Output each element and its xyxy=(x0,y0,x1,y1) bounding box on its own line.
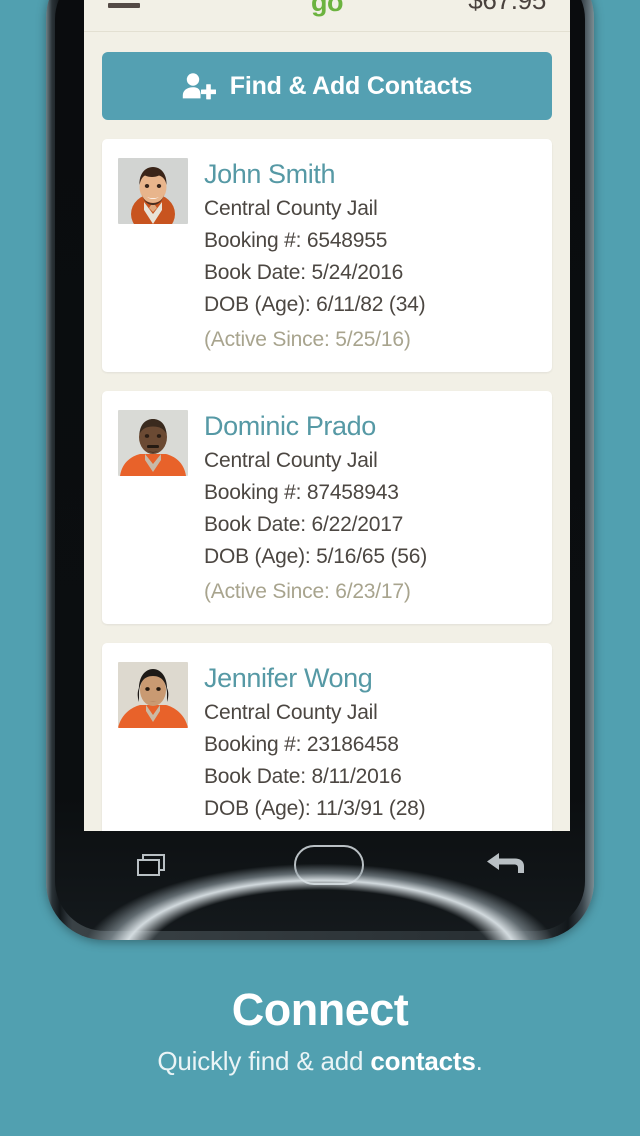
find-add-contacts-button[interactable]: Find & Add Contacts xyxy=(102,52,552,120)
contact-booking-number: Booking #: 87458943 xyxy=(204,481,399,504)
home-button[interactable] xyxy=(293,842,364,888)
avatar xyxy=(118,410,188,476)
account-balance[interactable]: $67.95 xyxy=(468,0,546,16)
contact-active-since: (Active Since: 6/23/17) xyxy=(204,580,411,603)
home-button-icon xyxy=(293,845,364,885)
caption-subtitle-suffix: . xyxy=(475,1046,483,1076)
promo-screenshot: go $67.95 Find & Add Contacts John Smith… xyxy=(0,0,640,1136)
phone-screen: go $67.95 Find & Add Contacts John Smith… xyxy=(84,0,570,831)
contact-book-date: Book Date: 6/22/2017 xyxy=(204,513,404,536)
contact-dob-age: DOB (Age): 5/16/65 (56) xyxy=(204,545,428,568)
contact-facility: Central County Jail xyxy=(204,701,378,724)
promo-caption: Connect Quickly find & add contacts. xyxy=(0,984,640,1077)
contact-name[interactable]: Dominic Prado xyxy=(204,410,534,443)
contact-book-date: Book Date: 5/24/2016 xyxy=(204,261,404,284)
mugshot-photo-icon xyxy=(118,662,188,728)
back-arrow-icon xyxy=(486,853,524,873)
contact-name[interactable]: Jennifer Wong xyxy=(204,662,534,695)
contact-card[interactable]: John Smith Central County Jail Booking #… xyxy=(102,139,552,372)
phone-device-frame: go $67.95 Find & Add Contacts John Smith… xyxy=(46,0,594,940)
contact-card[interactable]: Dominic Prado Central County Jail Bookin… xyxy=(102,391,552,624)
caption-subtitle-bold: contacts xyxy=(370,1046,476,1076)
mugshot-photo-icon xyxy=(118,158,188,224)
app-header: go $67.95 xyxy=(84,0,570,32)
android-navigation-bar xyxy=(64,826,594,922)
avatar xyxy=(118,662,188,728)
contact-dob-age: DOB (Age): 11/3/91 (28) xyxy=(204,797,426,820)
contact-info: Jennifer Wong Central County Jail Bookin… xyxy=(204,662,534,825)
contact-facility: Central County Jail xyxy=(204,449,378,472)
contact-card[interactable]: Jennifer Wong Central County Jail Bookin… xyxy=(102,643,552,831)
caption-subtitle-prefix: Quickly find & add xyxy=(157,1046,371,1076)
contact-facility: Central County Jail xyxy=(204,197,378,220)
caption-subtitle: Quickly find & add contacts. xyxy=(0,1046,640,1077)
contact-info: Dominic Prado Central County Jail Bookin… xyxy=(204,410,534,608)
contact-name[interactable]: John Smith xyxy=(204,158,534,191)
recent-apps-icon xyxy=(137,854,166,876)
recent-apps-button[interactable] xyxy=(117,842,187,888)
phone-body: go $67.95 Find & Add Contacts John Smith… xyxy=(55,0,585,931)
contact-active-since: (Active Since: 5/25/16) xyxy=(204,328,411,351)
mugshot-photo-icon xyxy=(118,410,188,476)
app-content: Find & Add Contacts John Smith Central C… xyxy=(84,52,570,831)
back-button[interactable] xyxy=(471,842,541,888)
contact-booking-number: Booking #: 6548955 xyxy=(204,229,388,252)
contact-info: John Smith Central County Jail Booking #… xyxy=(204,158,534,356)
avatar xyxy=(118,158,188,224)
contact-booking-number: Booking #: 23186458 xyxy=(204,733,399,756)
caption-title: Connect xyxy=(231,984,409,1035)
find-add-contacts-label: Find & Add Contacts xyxy=(229,71,473,100)
add-user-icon xyxy=(182,73,216,100)
contact-book-date: Book Date: 8/11/2016 xyxy=(204,765,402,788)
app-logo-text: go xyxy=(311,0,344,17)
contact-dob-age: DOB (Age): 6/11/82 (34) xyxy=(204,293,426,316)
